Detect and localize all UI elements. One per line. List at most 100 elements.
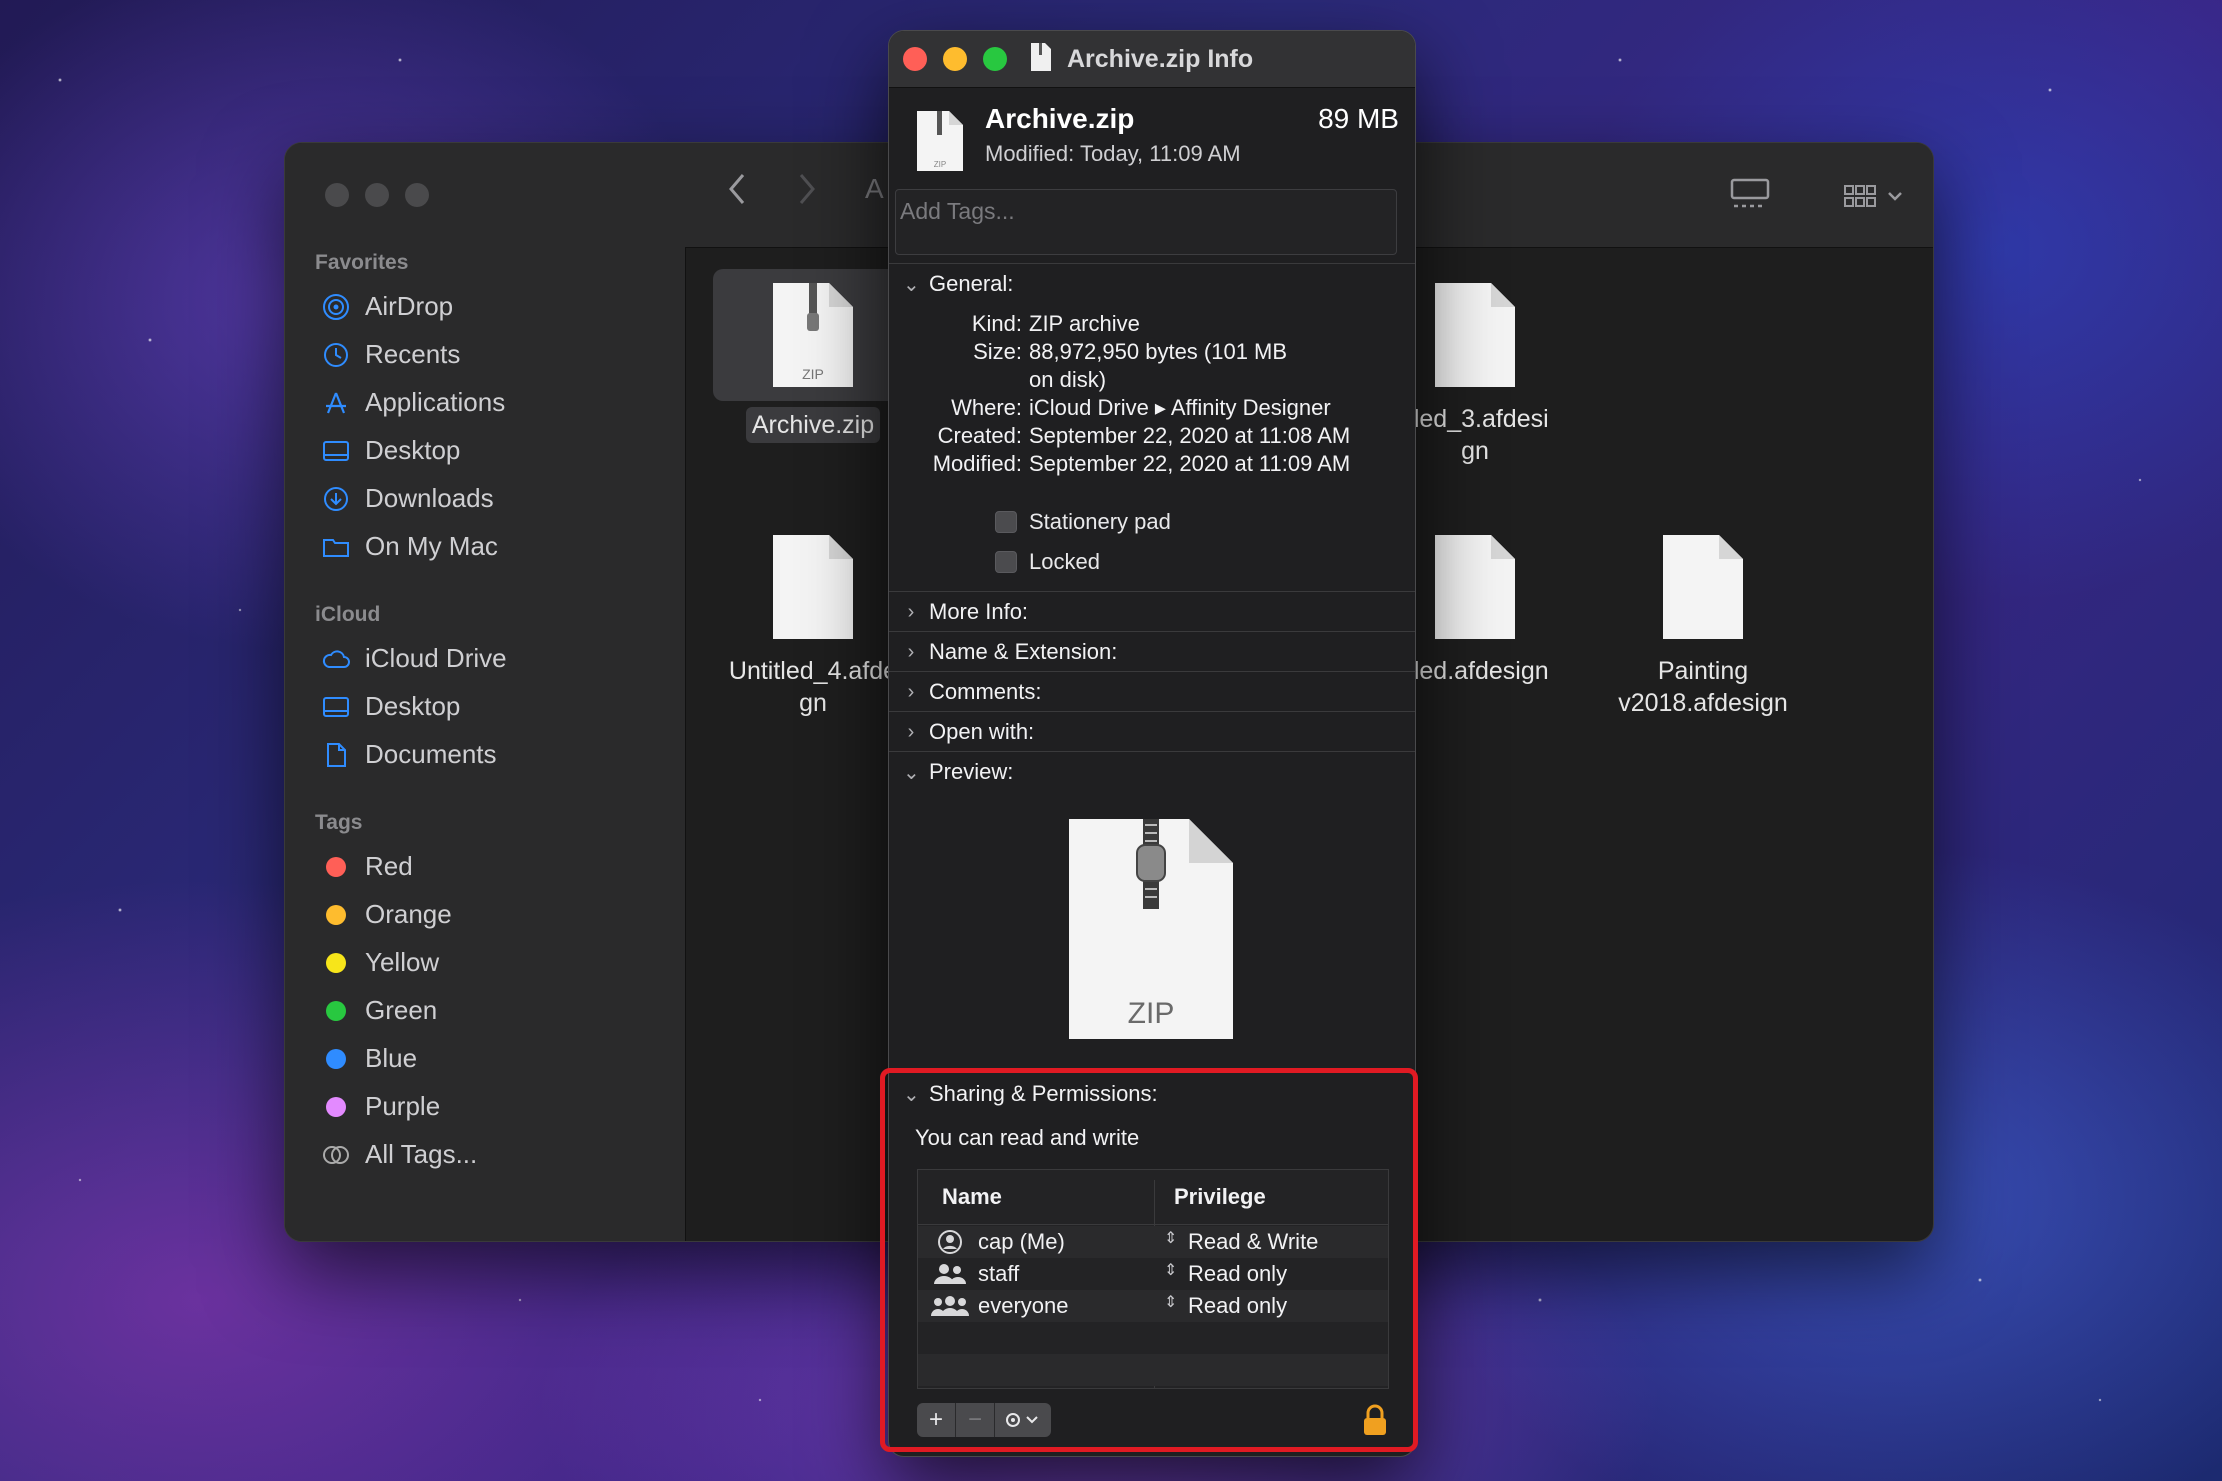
user-name: everyone [978,1293,1069,1318]
up-down-arrows-icon[interactable]: ⇕ [1164,1260,1177,1280]
window-title: Archive.zip Info [1067,45,1254,73]
column-header-name[interactable]: Name [942,1170,1002,1224]
gear-icon [1006,1413,1038,1427]
document-icon [321,740,351,770]
divider [889,751,1415,752]
sidebar-item-icloud-desktop[interactable]: Desktop [321,691,460,722]
blue-tag-icon [326,1048,346,1069]
section-label: Comments: [929,679,1042,704]
chevron-left-icon [729,174,745,204]
green-tag-icon [326,1000,346,1021]
size-value: 88,972,950 bytes (101 MB [1029,339,1288,364]
desktop-icon [321,692,351,722]
zip-proxy-icon[interactable] [1029,41,1053,73]
sidebar-tag-orange[interactable]: Orange [321,899,452,930]
chevron-right-icon: › [907,600,915,623]
permission-status: You can read and write [915,1125,1140,1150]
file-item[interactable]: Untitled_4.afde gn [713,531,913,719]
divider [889,263,1415,264]
sidebar-item-documents[interactable]: Documents [321,739,497,770]
privilege-select[interactable]: Read & Write [1188,1229,1318,1255]
column-header-privilege[interactable]: Privilege [1174,1170,1266,1224]
sidebar-item-label: Orange [365,899,452,929]
group-by-icon[interactable] [1843,179,1905,221]
section-sharing-permissions[interactable]: ⌄ Sharing & Permissions: [903,1081,1158,1107]
purple-tag-icon [326,1096,346,1117]
tags-input[interactable]: Add Tags... [895,189,1397,255]
section-general[interactable]: ⌄ General: [903,271,1013,297]
checkbox-box [995,511,1017,533]
stationery-pad-checkbox[interactable]: Stationery pad [995,509,1171,535]
up-down-arrows-icon[interactable]: ⇕ [1164,1292,1177,1312]
section-open-with[interactable]: › Open with: [903,719,1035,745]
sidebar-item-label: iCloud Drive [365,643,507,673]
section-label: Preview: [929,759,1014,784]
header-divider [918,1224,1388,1225]
up-down-arrows-icon[interactable]: ⇕ [1164,1228,1177,1248]
table-row[interactable]: cap (Me) ⇕ Read & Write [918,1226,1388,1258]
sidebar-all-tags[interactable]: All Tags... [321,1139,477,1170]
table-row[interactable]: staff ⇕ Read only [918,1258,1388,1290]
section-comments[interactable]: › Comments: [903,679,1042,705]
sidebar-item-icloud-drive[interactable]: iCloud Drive [321,643,507,674]
orange-tag-icon [326,904,346,925]
lock-icon[interactable] [1361,1403,1389,1437]
section-label: More Info: [929,599,1029,624]
close-button[interactable] [903,47,927,71]
zoom-button[interactable] [983,47,1007,71]
sidebar-item-label: Desktop [365,435,461,465]
sidebar-item-applications[interactable]: Applications [321,387,505,418]
privilege-select[interactable]: Read only [1188,1261,1287,1287]
action-menu-button[interactable] [995,1403,1051,1437]
privilege-select[interactable]: Read only [1188,1293,1287,1319]
section-preview[interactable]: ⌄ Preview: [903,759,1013,785]
yellow-tag-icon [326,952,346,973]
file-label: Untitled_4.afde gn [728,657,898,717]
minimize-button[interactable] [365,183,389,207]
sidebar-tag-red[interactable]: Red [321,851,413,882]
sidebar-tag-purple[interactable]: Purple [321,1091,440,1122]
modified-summary: Modified: Today, 11:09 AM [985,141,1241,166]
sidebar-item-desktop[interactable]: Desktop [321,435,460,466]
favorites-heading: Favorites [315,251,409,274]
sidebar-item-label: Documents [365,739,497,769]
gallery-view-icon[interactable] [1730,177,1770,219]
chevron-right-icon [799,174,815,204]
sidebar-item-downloads[interactable]: Downloads [321,483,494,514]
file-item[interactable]: ZIP Archive.zip [713,269,913,443]
kind-value: ZIP archive [1029,311,1140,336]
permissions-button-bar: + − [917,1403,1051,1437]
zip-file-icon: ZIP [915,109,965,173]
sidebar-item-on-my-mac[interactable]: On My Mac [321,531,498,562]
table-row[interactable]: everyone ⇕ Read only [918,1290,1388,1322]
locked-checkbox[interactable]: Locked [995,549,1100,575]
section-more-info[interactable]: › More Info: [903,599,1028,625]
back-button[interactable] [725,171,749,216]
chevron-down-icon: ⌄ [903,1083,920,1106]
file-item[interactable]: Painting v2018.afdesign [1603,531,1803,719]
tags-placeholder: Add Tags... [900,198,1015,224]
forward-button[interactable] [795,171,819,216]
section-label: Sharing & Permissions: [929,1081,1158,1106]
file-selection-highlight: ZIP [713,269,913,401]
checkbox-label: Locked [1029,549,1100,574]
inactive-window-controls [325,183,429,207]
file-label: Archive.zip [745,407,881,443]
sidebar-item-airdrop[interactable]: AirDrop [321,291,453,322]
sidebar-tag-green[interactable]: Green [321,995,437,1026]
add-user-button[interactable]: + [917,1403,956,1437]
folder-title: A [865,173,884,204]
close-button[interactable] [325,183,349,207]
zoom-button[interactable] [405,183,429,207]
sidebar-item-recents[interactable]: Recents [321,339,460,370]
sidebar-tag-blue[interactable]: Blue [321,1043,417,1074]
sidebar-item-label: Downloads [365,483,494,513]
minimize-button[interactable] [943,47,967,71]
divider [889,671,1415,672]
download-icon [321,484,351,514]
sidebar-tag-yellow[interactable]: Yellow [321,947,439,978]
group-icon [930,1260,970,1288]
section-name-extension[interactable]: › Name & Extension: [903,639,1118,665]
remove-user-button[interactable]: − [956,1403,995,1437]
get-info-window: Archive.zip Info ZIP Archive.zip 89 MB M… [888,30,1416,1457]
